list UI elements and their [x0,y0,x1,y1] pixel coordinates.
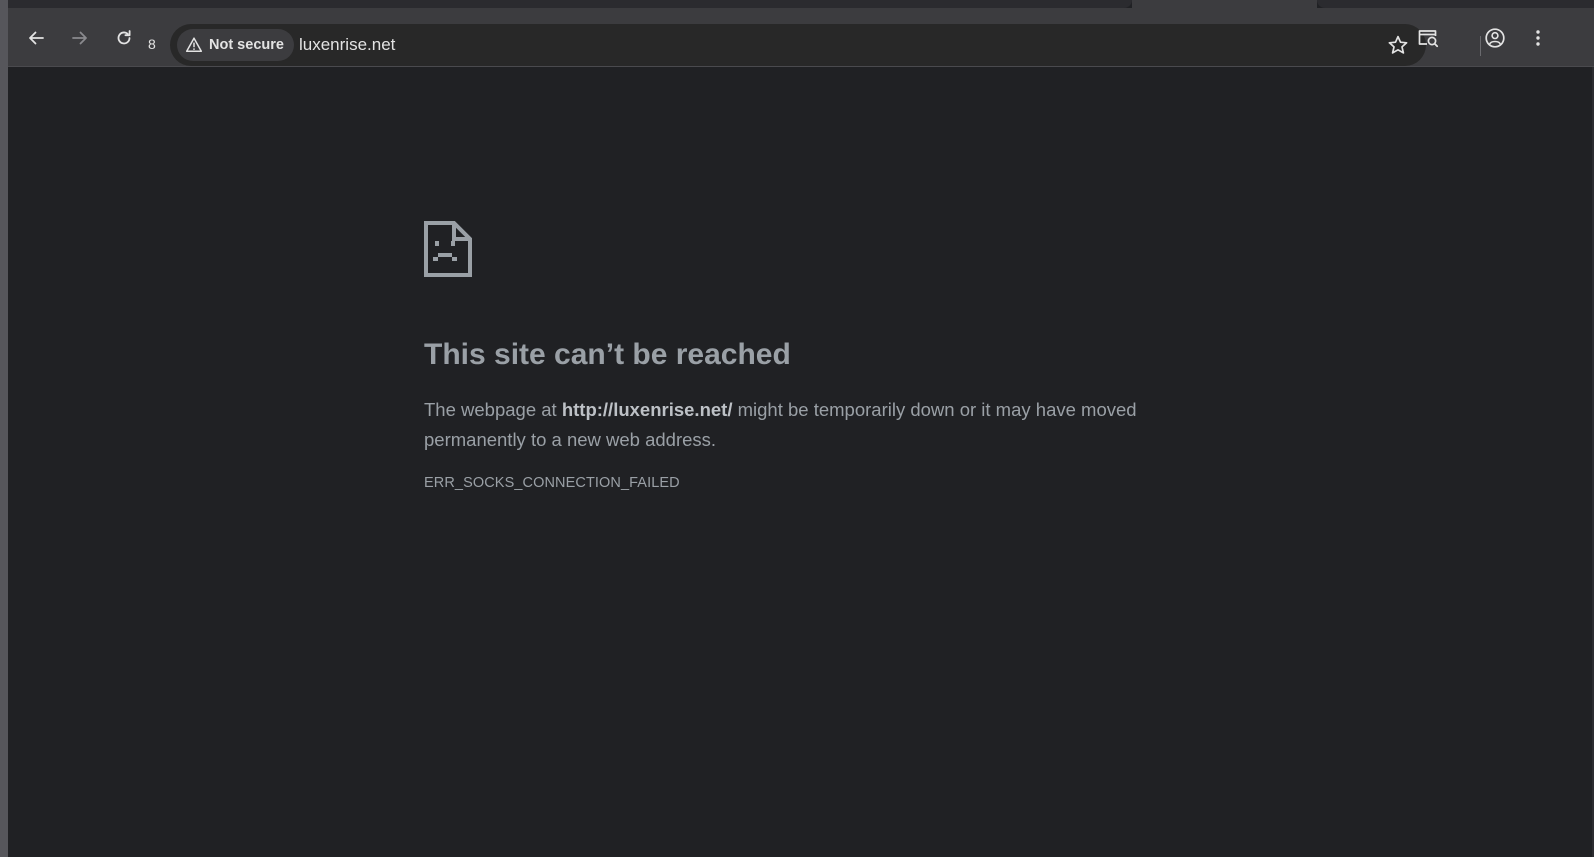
toolbar: 8 Not secure luxenrise.net [8,8,1594,67]
window-left-edge [0,0,8,857]
security-label: Not secure [209,37,284,53]
tab-active[interactable] [1132,0,1317,8]
url-text[interactable]: luxenrise.net [299,35,395,55]
sad-document-icon [424,221,472,277]
warning-triangle-icon [185,37,203,52]
tab-search-button[interactable] [1414,24,1442,52]
tab-search-icon [1418,30,1439,48]
star-icon [1388,35,1408,54]
reload-count: 8 [148,36,156,52]
tab-strip [8,0,1594,8]
tab-left[interactable] [8,0,1132,8]
more-menu-button[interactable] [1524,24,1552,52]
error-code: ERR_SOCKS_CONNECTION_FAILED [424,475,680,491]
browser-window: 8 Not secure luxenrise.net This site can… [8,0,1594,857]
profile-icon [1485,28,1505,48]
profile-button[interactable] [1481,24,1509,52]
forward-button[interactable] [66,24,94,52]
error-description: The webpage at http://luxenrise.net/ mig… [424,395,1184,455]
reload-button[interactable] [110,24,138,52]
reload-icon [117,30,131,45]
bookmark-button[interactable] [1384,31,1412,59]
error-title: This site can’t be reached [424,338,791,371]
error-desc-prefix: The webpage at [424,399,562,420]
more-vertical-icon [1536,30,1540,46]
security-chip[interactable]: Not secure [177,29,294,61]
error-block: This site can’t be reached The webpage a… [424,221,1184,491]
forward-arrow-icon [72,31,87,45]
address-bar[interactable]: Not secure luxenrise.net [170,24,1426,66]
back-button[interactable] [22,24,50,52]
back-arrow-icon [29,31,44,45]
page-content: This site can’t be reached The webpage a… [8,67,1594,857]
tab-right[interactable] [1317,0,1594,8]
error-desc-url: http://luxenrise.net/ [561,399,733,420]
